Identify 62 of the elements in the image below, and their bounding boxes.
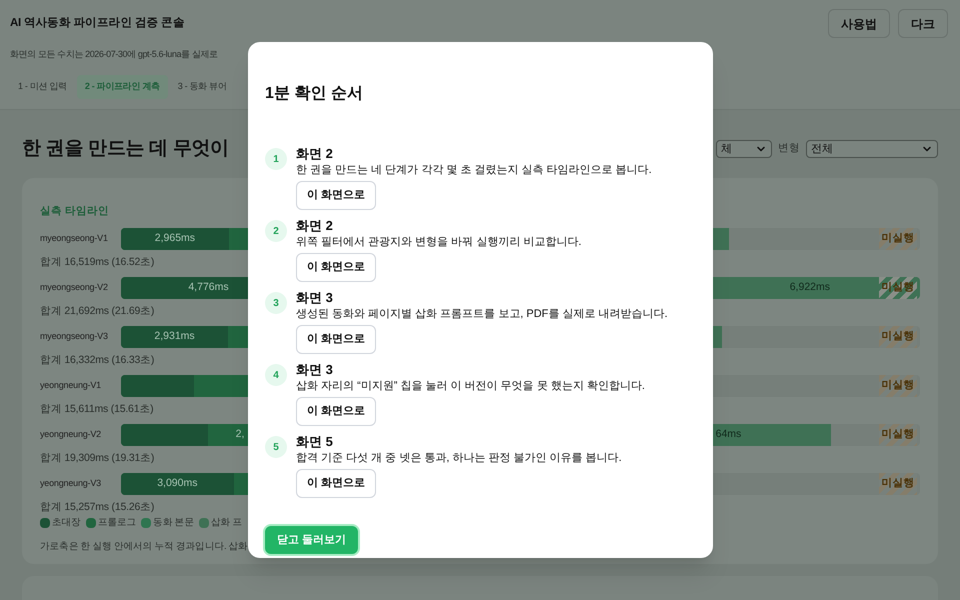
- not-run-badge: 미실행: [879, 228, 917, 250]
- go-to-screen-button[interactable]: 이 화면으로: [296, 325, 376, 354]
- duration-label: 2,965ms: [154, 230, 196, 246]
- dialog-title: 1분 확인 순서: [265, 84, 363, 104]
- run-label: yeongneung-V3: [40, 477, 102, 490]
- step-number: 1: [265, 148, 287, 170]
- go-to-screen-button[interactable]: 이 화면으로: [296, 253, 376, 282]
- legend-label: 삽화 프: [210, 516, 242, 530]
- run-label: yeongneung-V2: [40, 428, 102, 441]
- not-run-badge: 미실행: [879, 374, 917, 397]
- run-label: myeongseong-V3: [40, 330, 109, 343]
- run-label: yeongneung-V1: [40, 379, 102, 392]
- duration-label: 6,922ms: [790, 280, 830, 295]
- header-button[interactable]: 다크: [898, 9, 948, 38]
- step-description: 합격 기준 다섯 개 중 넷은 통과, 하나는 판정 불가인 이유를 봅니다.: [296, 451, 622, 466]
- run-total: 합계 21,692ms (21.69초): [40, 304, 154, 318]
- app-title: AI 역사동화 파이프라인 검증 콘솔: [10, 16, 185, 31]
- not-run-badge: 미실행: [879, 326, 917, 348]
- not-run-badge: 미실행: [879, 472, 917, 495]
- duration-label: 4,776ms: [188, 280, 229, 295]
- step-title: 화면 3: [296, 362, 333, 378]
- page-heading: 한 권을 만드는 데 무엇이: [22, 136, 229, 160]
- run-label: myeongseong-V2: [40, 281, 109, 294]
- legend-label: 동화 본문: [153, 516, 194, 530]
- step-title: 화면 2: [296, 146, 333, 162]
- tab[interactable]: 3 - 동화 뷰어: [170, 74, 235, 98]
- duration-label: 64ms: [716, 426, 742, 442]
- step-description: 생성된 동화와 페이지별 삽화 프롬프트를 보고, PDF를 실제로 내려받습니다.: [296, 307, 668, 322]
- go-to-screen-button[interactable]: 이 화면으로: [296, 469, 376, 498]
- filter-label: 변형: [778, 140, 800, 156]
- header-button[interactable]: 사용법: [828, 9, 890, 38]
- run-label: myeongseong-V1: [40, 232, 109, 245]
- go-to-screen-button[interactable]: 이 화면으로: [296, 181, 376, 210]
- card-title: 실측 타임라인: [40, 204, 109, 219]
- step-title: 화면 2: [296, 218, 333, 234]
- legend-label: 초대장: [52, 516, 81, 530]
- run-total: 합계 19,309ms (19.31초): [40, 450, 154, 465]
- run-total: 합계 15,611ms (15.61초): [40, 402, 154, 416]
- step-number: 4: [265, 364, 287, 386]
- step-description: 삽화 자리의 “미지원” 칩을 눌러 이 버전이 무엇을 못 했는지 확인합니다.: [296, 379, 645, 394]
- not-run-badge: 미실행: [879, 424, 917, 446]
- step-description: 한 권을 만드는 네 단계가 각각 몇 초 걸렸는지 실측 타임라인으로 봅니다.: [296, 163, 652, 178]
- step-number: 3: [265, 292, 287, 314]
- step-title: 화면 5: [296, 434, 333, 450]
- subtitle: 화면의 모든 수치는 2026-07-30에 gpt-5.6-luna를 실제로: [9, 48, 219, 61]
- step-number: 5: [265, 436, 287, 458]
- step-description: 위쪽 필터에서 관광지와 변형을 바꿔 실행끼리 비교합니다.: [296, 235, 582, 250]
- footnote: 가로축은 한 실행 안에서의 누적 경과입니다. 삽화: [40, 540, 248, 554]
- run-total: 합계 15,257ms (15.26초): [40, 500, 154, 514]
- duration-label: 2,931ms: [154, 328, 195, 344]
- select-field[interactable]: 체: [716, 140, 772, 158]
- select-field[interactable]: 전체: [806, 140, 938, 158]
- duration-label: 2,: [236, 426, 244, 442]
- tab[interactable]: 1 - 미션 입력: [10, 74, 75, 98]
- step-title: 화면 3: [296, 290, 333, 306]
- legend-label: 프롤로그: [98, 516, 136, 530]
- step-number: 2: [265, 220, 287, 242]
- run-total: 합계 16,332ms (16.33초): [40, 352, 154, 367]
- duration-label: 3,090ms: [157, 476, 198, 491]
- close-tour-button[interactable]: 닫고 둘러보기: [265, 526, 358, 554]
- go-to-screen-button[interactable]: 이 화면으로: [296, 397, 376, 426]
- run-total: 합계 16,519ms (16.52초): [40, 254, 154, 269]
